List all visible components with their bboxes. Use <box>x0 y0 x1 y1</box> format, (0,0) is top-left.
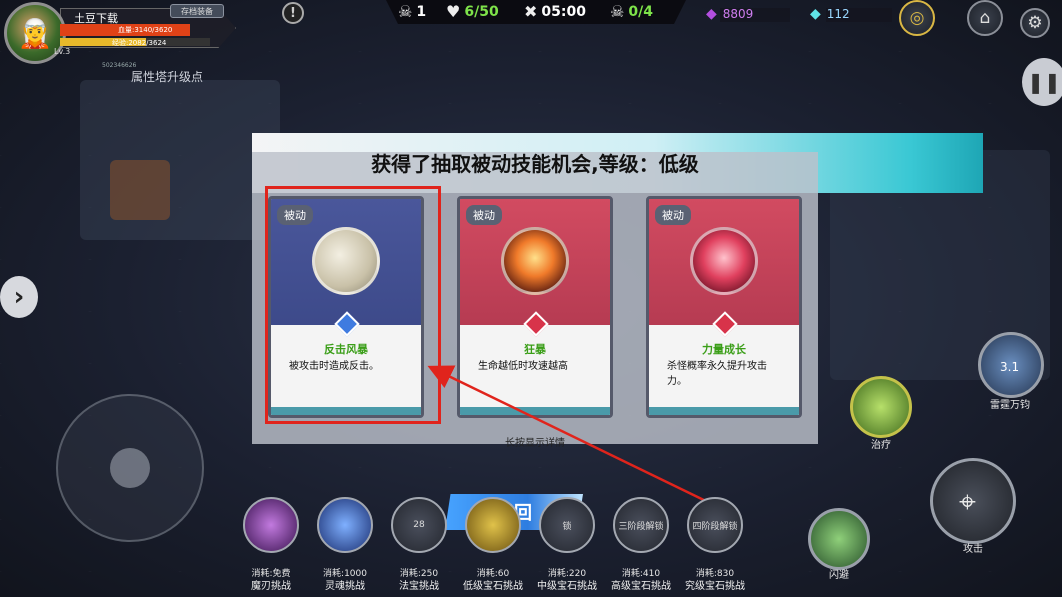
slot-label: 低级宝石挑战 <box>463 581 523 592</box>
soul-challenge-slot[interactable] <box>317 497 373 553</box>
slot-label: 魔刃挑战 <box>251 581 291 592</box>
dodge-button[interactable] <box>808 508 870 570</box>
slot-badge: 28 <box>413 520 425 530</box>
attack-label: 攻击 <box>963 544 983 555</box>
attack-button[interactable]: ⌖ <box>930 458 1016 544</box>
chevron-right-icon[interactable]: › <box>0 276 38 318</box>
slot-label: 高级宝石挑战 <box>611 581 671 592</box>
thunder-skill-label: 雷霆万钧 <box>990 400 1030 411</box>
high-gem-challenge-slot[interactable]: 三阶段解锁 <box>613 497 669 553</box>
slot-label: 法宝挑战 <box>399 581 439 592</box>
arrow-line <box>427 365 713 506</box>
mid-gem-challenge-slot[interactable]: 锁 <box>539 497 595 553</box>
joystick-knob[interactable] <box>110 448 150 488</box>
thunder-cooldown: 3.1 <box>1000 360 1020 374</box>
low-gem-challenge-slot[interactable] <box>465 497 521 553</box>
slot-label: 究级宝石挑战 <box>685 581 745 592</box>
slot-badge: 四阶段解锁 <box>692 521 738 532</box>
ultimate-gem-challenge-slot[interactable]: 四阶段解锁 <box>687 497 743 553</box>
heal-skill-button[interactable] <box>850 376 912 438</box>
treasure-challenge-slot[interactable]: 28 <box>391 497 447 553</box>
crosshair-icon: ⌖ <box>959 485 976 520</box>
slot-label: 灵魂挑战 <box>325 581 365 592</box>
slot-label: 中级宝石挑战 <box>537 581 597 592</box>
slot-badge: 锁 <box>562 521 572 532</box>
dodge-label: 闪避 <box>829 570 849 581</box>
demon-blade-challenge-slot[interactable] <box>243 497 299 553</box>
heal-label: 治疗 <box>871 440 891 451</box>
slot-badge: 三阶段解锁 <box>618 521 664 532</box>
